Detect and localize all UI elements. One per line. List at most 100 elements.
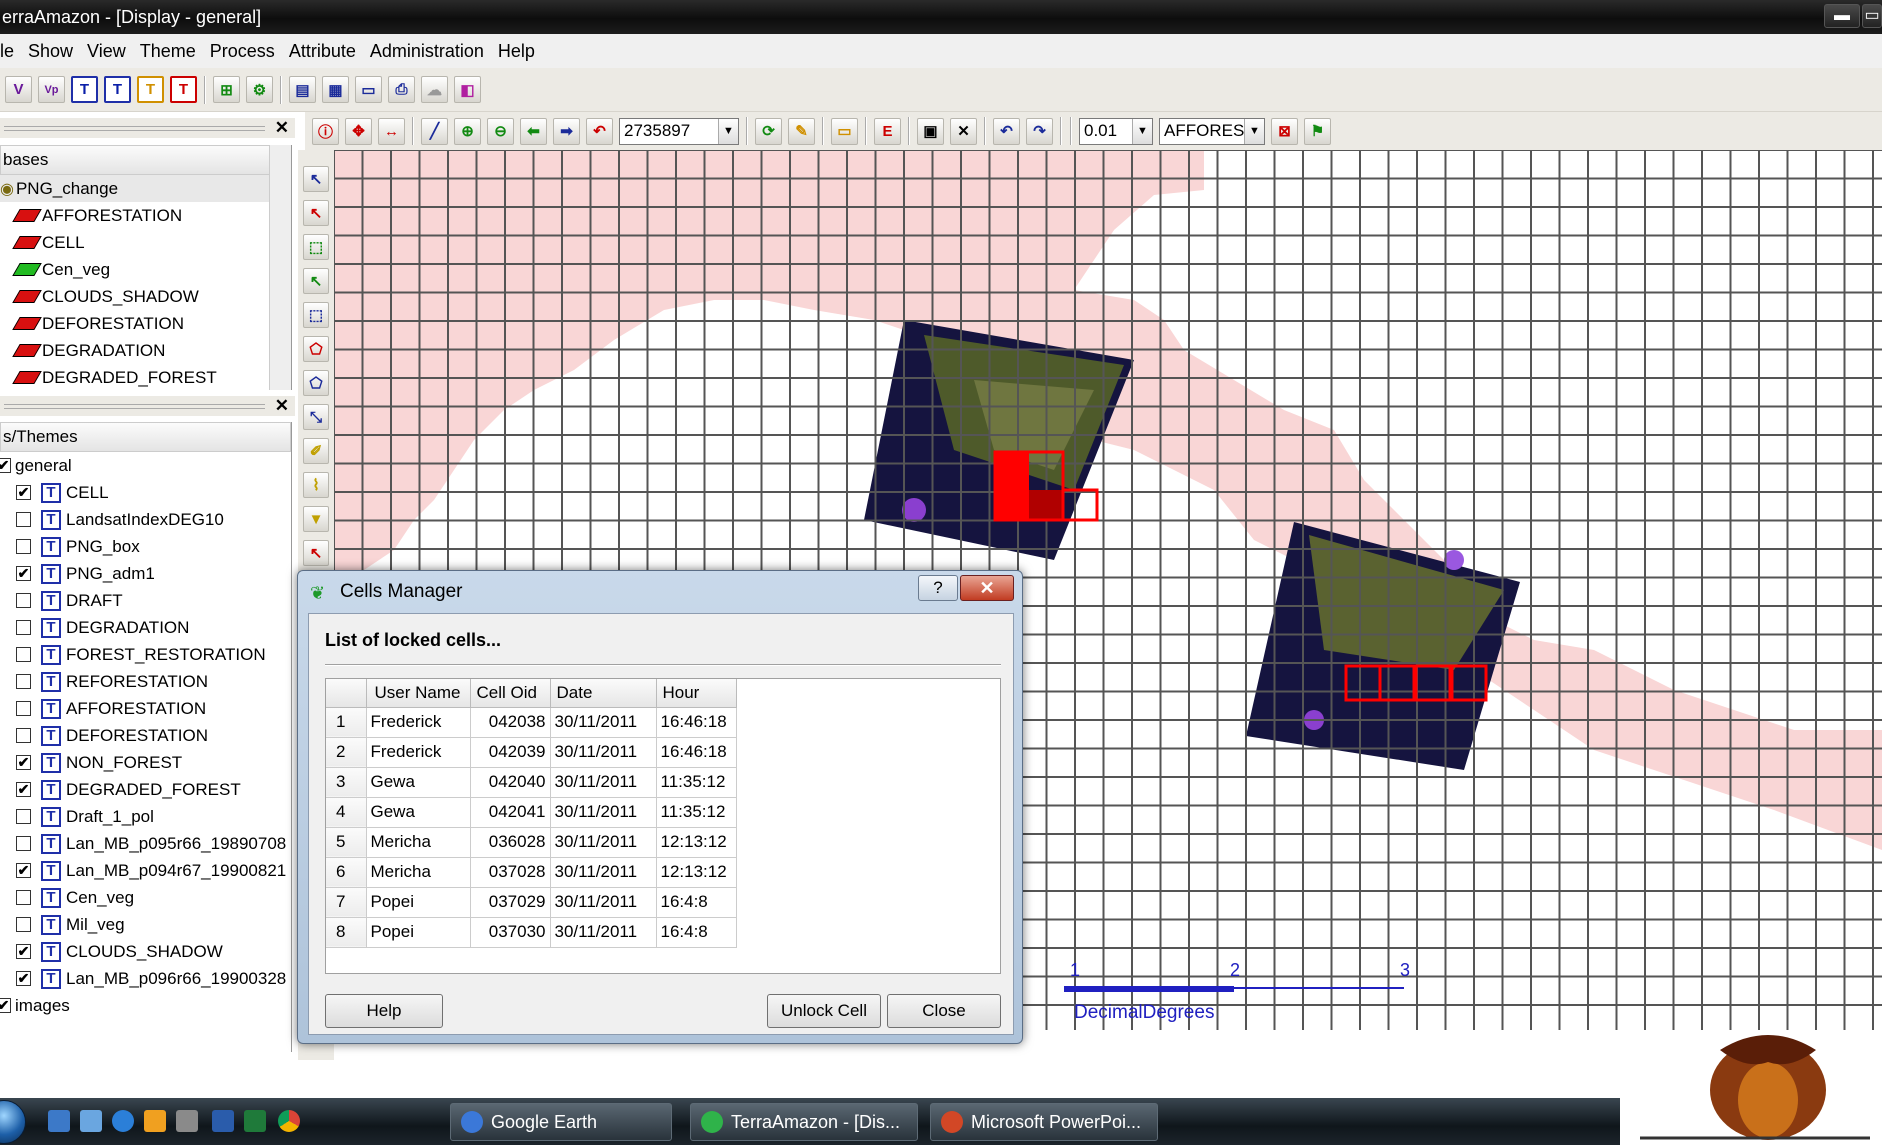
theme-item[interactable]: ✔ T Lan_MB_p094r67_19900821 bbox=[0, 857, 291, 884]
column-header-hour[interactable]: Hour bbox=[656, 679, 737, 708]
add-layer-icon[interactable]: ⊞ bbox=[213, 76, 240, 103]
locked-cells-table-container[interactable]: User Name Cell Oid Date Hour 1 Frederick 0… bbox=[325, 678, 1001, 974]
theme-add-icon[interactable]: T bbox=[104, 76, 131, 103]
scale-combo[interactable]: 2735897 ▼ bbox=[619, 117, 739, 145]
column-header-user[interactable]: User Name bbox=[366, 679, 471, 708]
theme-item[interactable]: ✔ T PNG_adm1 bbox=[0, 560, 291, 587]
menu-theme[interactable]: Theme bbox=[133, 41, 203, 62]
theme-item[interactable]: T Draft_1_pol bbox=[0, 803, 291, 830]
close-icon[interactable]: ✕ bbox=[275, 118, 289, 138]
polygon-edit-icon[interactable]: ⬠ bbox=[303, 370, 329, 396]
theme-checkbox[interactable] bbox=[16, 917, 31, 932]
theme-item[interactable]: T FOREST_RESTORATION bbox=[0, 641, 291, 668]
unlock-cell-button[interactable]: Unlock Cell bbox=[767, 994, 881, 1028]
theme-checkbox[interactable] bbox=[16, 539, 31, 554]
palette-icon[interactable]: ◧ bbox=[454, 76, 481, 103]
theme-item[interactable]: ✔ T CLOUDS_SHADOW bbox=[0, 938, 291, 965]
theme-item[interactable]: ✔ T CELL bbox=[0, 479, 291, 506]
save-icon[interactable]: ▣ bbox=[917, 117, 944, 145]
minimize-button[interactable]: ▬ bbox=[1824, 4, 1860, 28]
view-properties-icon[interactable]: Vp bbox=[38, 76, 65, 103]
brush-icon[interactable]: ✐ bbox=[303, 438, 329, 464]
view-item-images[interactable]: ✔ images bbox=[0, 992, 291, 1019]
refresh-icon[interactable]: ⟳ bbox=[755, 117, 782, 145]
column-header-date[interactable]: Date bbox=[550, 679, 657, 708]
layer-item[interactable]: CLOUDS_SHADOW bbox=[0, 283, 291, 310]
theme-checkbox[interactable]: ✔ bbox=[16, 944, 31, 959]
theme-checkbox[interactable]: ✔ bbox=[16, 485, 31, 500]
menu-administration[interactable]: Administration bbox=[363, 41, 491, 62]
theme-item[interactable]: T DRAFT bbox=[0, 587, 291, 614]
tolerance-combo[interactable]: 0.01 ▼ bbox=[1079, 117, 1153, 145]
redo-icon[interactable]: ↷ bbox=[1026, 117, 1053, 145]
chevron-down-icon[interactable]: ▼ bbox=[1132, 118, 1152, 144]
word-icon[interactable] bbox=[212, 1110, 234, 1132]
table-row[interactable]: 1 Frederick 042038 30/11/2011 16:46:18 bbox=[326, 707, 737, 738]
theme-checkbox[interactable]: ✔ bbox=[16, 755, 31, 770]
reshape-icon[interactable]: ⤡ bbox=[303, 404, 329, 430]
chrome-icon[interactable] bbox=[278, 1110, 300, 1132]
show-desktop-icon[interactable] bbox=[48, 1110, 70, 1132]
view-item-general[interactable]: ✔ general bbox=[0, 452, 291, 479]
theme-checkbox[interactable] bbox=[16, 674, 31, 689]
table-row[interactable]: 7 Popei 037029 30/11/2011 16:4:8 bbox=[326, 887, 737, 918]
theme-checkbox[interactable]: ✔ bbox=[16, 971, 31, 986]
theme-checkbox[interactable] bbox=[16, 620, 31, 635]
select-green-icon[interactable]: ↖ bbox=[303, 268, 329, 294]
fill-icon[interactable]: ▼ bbox=[303, 506, 329, 532]
table-row[interactable]: 3 Gewa 042040 30/11/2011 11:35:12 bbox=[326, 767, 737, 798]
table-row[interactable]: 5 Mericha 036028 30/11/2011 12:13:12 bbox=[326, 827, 737, 858]
theme-checkbox[interactable]: ✔ bbox=[16, 782, 31, 797]
draw-icon[interactable]: ✎ bbox=[788, 117, 815, 145]
select-red-icon[interactable]: ↖ bbox=[303, 200, 329, 226]
taskbar-task[interactable]: TerraAmazon - [Dis... bbox=[690, 1103, 918, 1141]
start-orb-icon[interactable] bbox=[0, 1100, 26, 1144]
menu-file[interactable]: le bbox=[0, 41, 21, 62]
close-button[interactable]: Close bbox=[887, 994, 1001, 1028]
layer-item[interactable]: DEGRADATION bbox=[0, 337, 291, 364]
theme-select-combo[interactable]: AFFOREST ▼ bbox=[1159, 117, 1265, 145]
theme-edit-icon[interactable]: T bbox=[137, 76, 164, 103]
delete-icon[interactable]: ✕ bbox=[950, 117, 977, 145]
theme-remove-icon[interactable]: T bbox=[170, 76, 197, 103]
dialog-close-button[interactable]: ✕ bbox=[960, 575, 1014, 601]
maximize-button[interactable]: ▭ bbox=[1862, 4, 1882, 28]
monitor-icon[interactable]: ▭ bbox=[355, 76, 382, 103]
select-box-icon[interactable]: ⬚ bbox=[303, 234, 329, 260]
table-row[interactable]: 2 Frederick 042039 30/11/2011 16:46:18 bbox=[326, 737, 737, 768]
select-arrow-icon[interactable]: ↖ bbox=[303, 166, 329, 192]
info-icon[interactable]: ⓘ bbox=[312, 117, 339, 145]
theme-icon[interactable]: T bbox=[71, 76, 98, 103]
table-row[interactable]: 4 Gewa 042041 30/11/2011 11:35:12 bbox=[326, 797, 737, 828]
theme-checkbox[interactable] bbox=[16, 701, 31, 716]
cells-manager-icon[interactable]: ⚑ bbox=[1304, 117, 1331, 145]
undo-icon[interactable]: ↶ bbox=[993, 117, 1020, 145]
layer-export-icon[interactable]: ▦ bbox=[322, 76, 349, 103]
theme-item[interactable]: T Cen_veg bbox=[0, 884, 291, 911]
menu-show[interactable]: Show bbox=[21, 41, 80, 62]
arrow-right-icon[interactable]: ➡ bbox=[553, 117, 580, 145]
media-player-icon[interactable] bbox=[144, 1110, 166, 1132]
theme-item[interactable]: T DEFORESTATION bbox=[0, 722, 291, 749]
theme-item[interactable]: ✔ T DEGRADED_FOREST bbox=[0, 776, 291, 803]
undo-zoom-icon[interactable]: ↶ bbox=[586, 117, 613, 145]
menu-view[interactable]: View bbox=[80, 41, 133, 62]
database-item[interactable]: ◉ PNG_change bbox=[0, 175, 291, 202]
theme-checkbox[interactable] bbox=[16, 647, 31, 662]
theme-item[interactable]: T REFORESTATION bbox=[0, 668, 291, 695]
theme-item[interactable]: T Mil_veg bbox=[0, 911, 291, 938]
dialog-help-button[interactable]: ? bbox=[918, 575, 958, 601]
pointer-icon[interactable]: ↖ bbox=[303, 540, 329, 566]
menu-help[interactable]: Help bbox=[491, 41, 542, 62]
theme-checkbox[interactable] bbox=[16, 728, 31, 743]
polygon-icon[interactable]: ⬠ bbox=[303, 336, 329, 362]
theme-checkbox[interactable] bbox=[16, 890, 31, 905]
chevron-down-icon[interactable]: ▼ bbox=[1244, 118, 1264, 144]
excel-icon[interactable] bbox=[244, 1110, 266, 1132]
table-row[interactable]: 8 Popei 037030 30/11/2011 16:4:8 bbox=[326, 917, 737, 948]
column-header-oid[interactable]: Cell Oid bbox=[470, 679, 551, 708]
edit-mode-icon[interactable]: E bbox=[874, 117, 901, 145]
explorer-icon[interactable] bbox=[80, 1110, 102, 1132]
theme-item[interactable]: ✔ T Lan_MB_p096r66_19900328 bbox=[0, 965, 291, 992]
theme-item[interactable]: T DEGRADATION bbox=[0, 614, 291, 641]
